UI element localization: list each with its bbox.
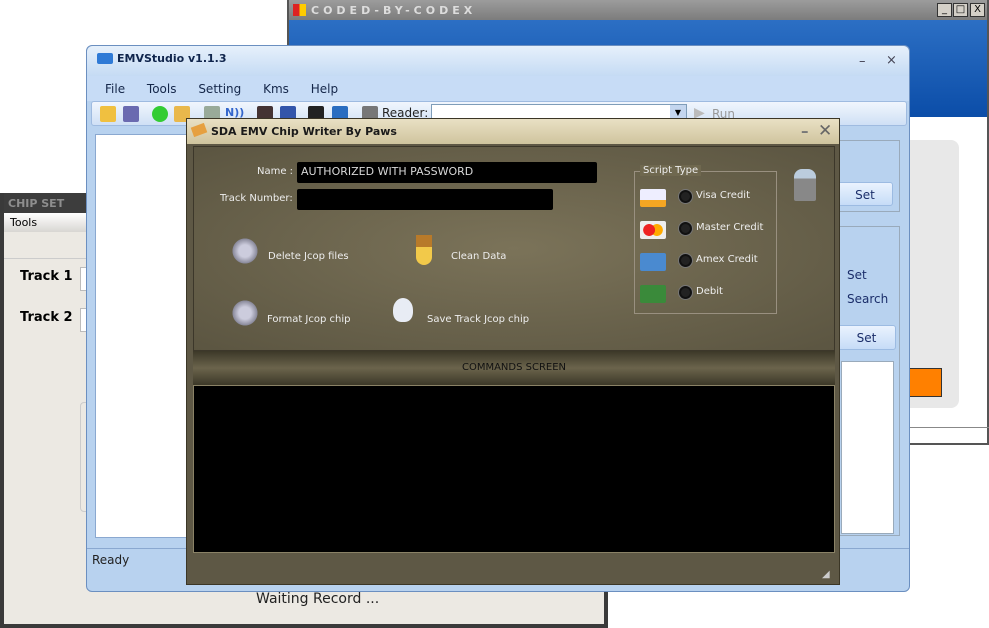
resize-grip-icon[interactable]: ◢ [822,569,830,580]
codex-title: CODED-BY-CODEX [311,4,477,17]
track1-label: Track 1 [20,269,73,284]
amex-card-icon [640,253,666,271]
track-number-input[interactable] [297,189,553,210]
name-input[interactable]: AUTHORIZED WITH PASSWORD [297,162,597,183]
gears-icon[interactable] [230,237,260,265]
save-icon[interactable] [123,106,139,122]
visa-credit-label: Visa Credit [696,190,750,201]
radio-set[interactable]: Set [847,268,867,282]
set-button-2[interactable]: Set [837,325,896,350]
app-icon [97,53,113,64]
master-credit-label: Master Credit [696,222,764,233]
radio-amex-credit[interactable] [679,254,692,267]
gears-icon[interactable] [230,299,260,327]
sda-window: SDA EMV Chip Writer By Paws – ✕ Name : A… [186,118,840,585]
debit-card-icon [640,285,666,303]
minimize-button[interactable]: – [859,54,866,69]
divider [909,427,989,428]
codex-title-bar: CODED-BY-CODEX [289,0,987,20]
refresh-icon[interactable] [152,106,168,122]
delete-jcop-files-button[interactable]: Delete Jcop files [268,251,349,262]
emv-title: EMVStudio v1.1.3 [117,52,227,65]
mastercard-icon [640,221,666,239]
track2-label: Track 2 [20,310,73,325]
script-type-label: Script Type [640,165,702,176]
emv-title-bar: EMVStudio v1.1.3 [87,46,909,76]
radio-visa-credit[interactable] [679,190,692,203]
format-jcop-chip-button[interactable]: Format Jcop chip [267,314,350,325]
sda-title-bar: SDA EMV Chip Writer By Paws [187,119,839,144]
menu-kms[interactable]: Kms [263,82,289,96]
close-button[interactable]: × [886,53,897,68]
clean-data-button[interactable]: Clean Data [451,251,506,262]
sda-title: SDA EMV Chip Writer By Paws [211,125,397,138]
minimize-button[interactable]: – [801,122,809,140]
name-label: Name : [257,166,294,177]
amex-credit-label: Amex Credit [696,254,758,265]
radio-debit[interactable] [679,286,692,299]
broom-icon[interactable] [416,235,432,265]
visa-card-icon [640,189,666,207]
app-icon [293,4,306,16]
minimize-button[interactable]: _ [937,3,952,17]
set-button-1[interactable]: Set [837,182,893,206]
track-number-label: Track Number: [220,193,293,204]
debit-label: Debit [696,286,723,297]
menu-setting[interactable]: Setting [198,82,241,96]
output-panel [95,134,195,538]
list-box [841,361,894,534]
close-button[interactable]: X [970,3,985,17]
chip-status: Waiting Record ... [256,591,380,607]
commands-screen [193,385,835,553]
open-folder-icon[interactable] [100,106,116,122]
maximize-button[interactable]: □ [953,3,968,17]
orange-button[interactable] [909,368,942,397]
save-track-jcop-chip-button[interactable]: Save Track Jcop chip [427,314,529,325]
menu-help[interactable]: Help [311,82,338,96]
app-icon [190,122,208,138]
radio-search[interactable]: Search [847,292,888,306]
radio-master-credit[interactable] [679,222,692,235]
menu-tools[interactable]: Tools [147,82,177,96]
menu-bar: File Tools Setting Kms Help [87,76,909,101]
robot-icon[interactable] [794,169,816,201]
commands-screen-header: COMMANDS SCREEN [193,351,835,385]
close-button[interactable]: ✕ [818,121,832,141]
menu-file[interactable]: File [105,82,125,96]
main-panel: Name : AUTHORIZED WITH PASSWORD Track Nu… [193,146,835,351]
lightbulb-icon[interactable] [393,298,413,322]
